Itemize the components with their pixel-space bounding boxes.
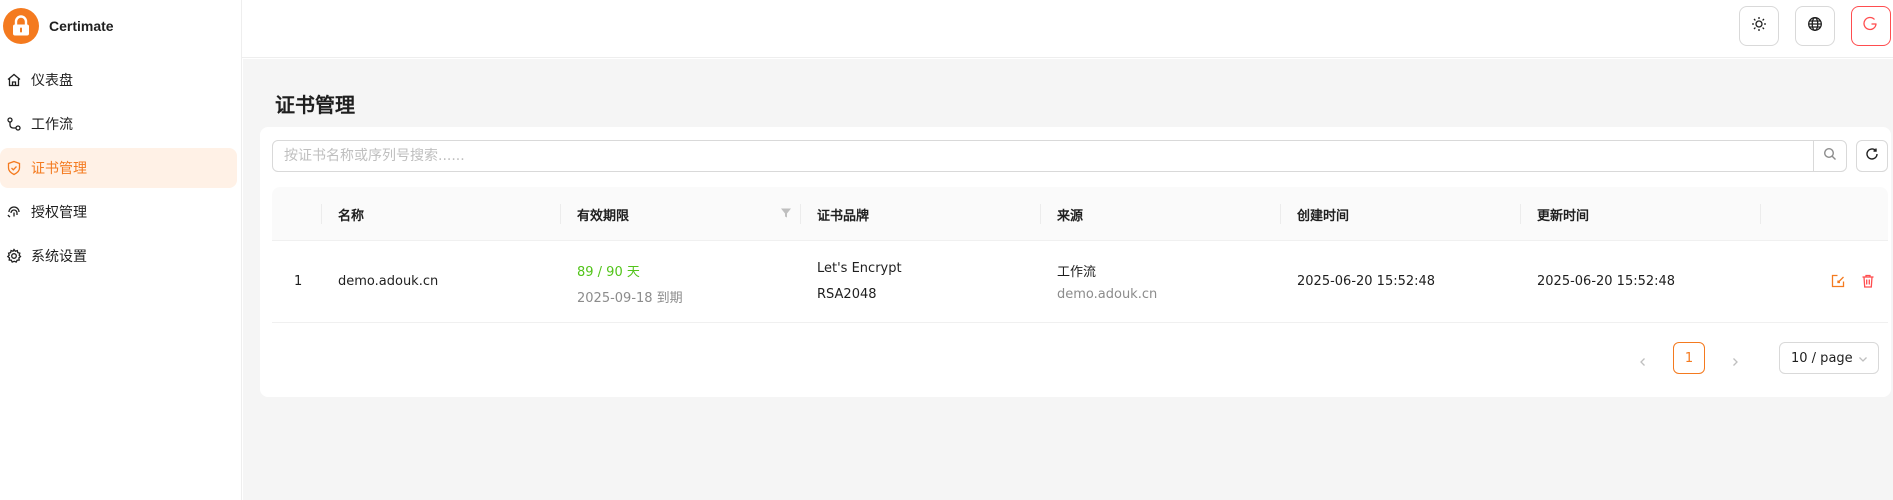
logout-button[interactable] bbox=[1851, 6, 1891, 46]
table-header: 名称 有效期限 证书品牌 来源 创建时间 更新时间 bbox=[272, 187, 1888, 241]
certificates-card: 名称 有效期限 证书品牌 来源 创建时间 更新时间 bbox=[260, 127, 1891, 397]
column-separator bbox=[1520, 204, 1521, 224]
sidebar-item-label: 系统设置 bbox=[31, 249, 87, 265]
globe-icon bbox=[1807, 16, 1823, 36]
sidebar-item-workflow[interactable]: 工作流 bbox=[0, 104, 237, 144]
sidebar-item-certificates[interactable]: 证书管理 bbox=[0, 148, 237, 188]
sidebar-item-label: 仪表盘 bbox=[31, 73, 73, 89]
top-header bbox=[242, 0, 1893, 58]
search-input[interactable] bbox=[273, 141, 1813, 171]
expiry-date: 2025-09-18 到期 bbox=[577, 291, 683, 306]
pagination-prev-button[interactable] bbox=[1629, 347, 1657, 379]
workflow-icon bbox=[6, 116, 22, 132]
logout-icon bbox=[1863, 16, 1879, 36]
sidebar-item-access[interactable]: 授权管理 bbox=[0, 192, 237, 232]
cert-brand: Let's Encrypt bbox=[817, 261, 902, 276]
sidebar: Certimate 仪表盘 工作流 证书管理 授权管理 系统设置 bbox=[0, 0, 242, 500]
app-window: Certimate 仪表盘 工作流 证书管理 授权管理 系统设置 证书管理 按证… bbox=[0, 0, 1893, 500]
cert-algorithm: RSA2048 bbox=[817, 287, 877, 302]
column-separator bbox=[800, 204, 801, 224]
lock-logo-icon bbox=[3, 8, 39, 44]
search-icon bbox=[1823, 147, 1837, 165]
page-title: 证书管理 bbox=[275, 93, 355, 117]
column-separator bbox=[1760, 204, 1761, 224]
sidebar-item-label: 证书管理 bbox=[31, 161, 87, 177]
brand-name: Certimate bbox=[49, 18, 114, 34]
home-icon bbox=[6, 72, 22, 88]
cert-source-domain: demo.adouk.cn bbox=[1057, 287, 1158, 302]
pagination-page-1[interactable]: 1 bbox=[1673, 342, 1705, 374]
edit-icon bbox=[1831, 274, 1845, 288]
sidebar-menu: 仪表盘 工作流 证书管理 授权管理 系统设置 bbox=[0, 60, 241, 276]
search-box bbox=[272, 140, 1847, 172]
filter-icon[interactable] bbox=[780, 207, 792, 223]
gear-icon bbox=[6, 248, 22, 264]
shield-check-icon bbox=[6, 160, 22, 176]
column-separator bbox=[560, 204, 561, 224]
chevron-left-icon bbox=[1638, 355, 1648, 371]
column-header-validity[interactable]: 有效期限 bbox=[577, 187, 629, 241]
updated-time: 2025-06-20 15:52:48 bbox=[1537, 274, 1676, 289]
delete-button[interactable] bbox=[1860, 273, 1876, 293]
view-details-button[interactable] bbox=[1830, 273, 1846, 293]
pagination-next-button[interactable] bbox=[1721, 347, 1749, 379]
created-time: 2025-06-20 15:52:48 bbox=[1297, 274, 1436, 289]
sun-icon bbox=[1751, 16, 1767, 36]
sidebar-item-label: 工作流 bbox=[31, 117, 73, 133]
validity-days: 89 / 90 天 bbox=[577, 265, 640, 280]
column-header-created[interactable]: 创建时间 bbox=[1297, 187, 1349, 241]
column-header-updated[interactable]: 更新时间 bbox=[1537, 187, 1589, 241]
main-content: 证书管理 按证书名称或序列号搜索...... 名称 有效期限 证书品牌 来源 创… bbox=[243, 59, 1893, 500]
column-separator bbox=[321, 204, 322, 224]
trash-icon bbox=[1862, 274, 1874, 288]
language-button[interactable] bbox=[1795, 6, 1835, 46]
brand[interactable]: Certimate bbox=[0, 0, 241, 52]
refresh-icon bbox=[1865, 147, 1879, 165]
refresh-button[interactable] bbox=[1856, 140, 1888, 172]
column-header-brand[interactable]: 证书品牌 bbox=[817, 187, 869, 241]
theme-toggle-button[interactable] bbox=[1739, 6, 1779, 46]
certificates-table: 名称 有效期限 证书品牌 来源 创建时间 更新时间 1 demo.adouk.c… bbox=[272, 187, 1888, 323]
cert-source: 工作流 bbox=[1057, 265, 1097, 280]
column-separator bbox=[1040, 204, 1041, 224]
row-index: 1 bbox=[294, 274, 303, 289]
column-header-name[interactable]: 名称 bbox=[338, 187, 364, 241]
fingerprint-icon bbox=[6, 204, 22, 220]
cert-name: demo.adouk.cn bbox=[338, 274, 439, 289]
search-button[interactable] bbox=[1813, 141, 1846, 171]
sidebar-item-label: 授权管理 bbox=[31, 205, 87, 221]
page-size-select[interactable]: 10 / page bbox=[1779, 342, 1879, 374]
chevron-right-icon bbox=[1730, 355, 1740, 371]
sidebar-item-dashboard[interactable]: 仪表盘 bbox=[0, 60, 237, 100]
column-separator bbox=[1280, 204, 1281, 224]
column-header-source[interactable]: 来源 bbox=[1057, 187, 1083, 241]
page-size-value: 10 / page bbox=[1791, 350, 1853, 366]
table-row[interactable]: 1 demo.adouk.cn 89 / 90 天 2025-09-18 到期 … bbox=[272, 241, 1888, 323]
chevron-down-icon bbox=[1858, 353, 1868, 368]
sidebar-item-settings[interactable]: 系统设置 bbox=[0, 236, 237, 276]
